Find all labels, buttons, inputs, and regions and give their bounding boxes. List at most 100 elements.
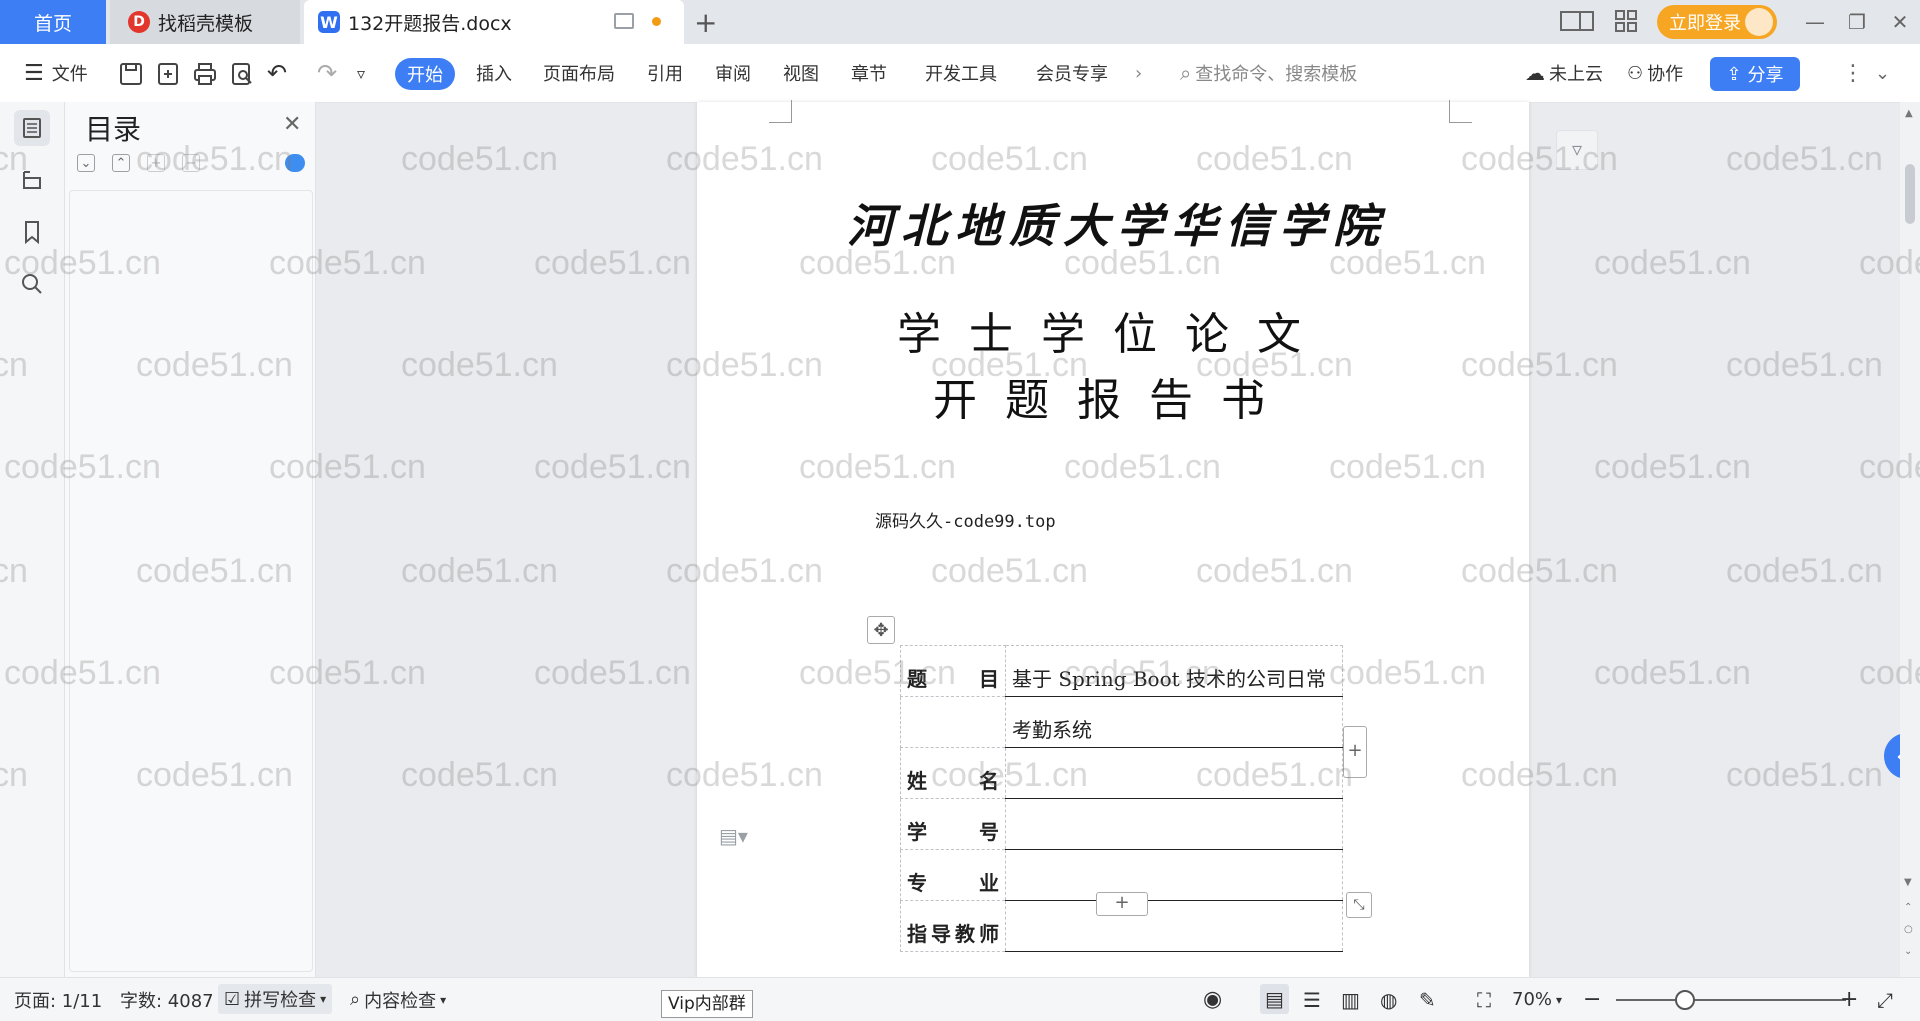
select-browse-icon[interactable]: ○ bbox=[1904, 924, 1913, 935]
eye-protect-icon[interactable]: ◉ bbox=[1203, 978, 1222, 1021]
share-icon: ⇪ bbox=[1726, 63, 1742, 85]
watermark-text: code51.cn bbox=[1726, 756, 1883, 794]
table-value[interactable] bbox=[1005, 798, 1343, 850]
cloud-status[interactable]: ☁ 未上云 bbox=[1525, 44, 1603, 102]
watermark-text: code51.cn bbox=[1726, 552, 1883, 590]
table-resize-handle[interactable]: ⤡ bbox=[1346, 892, 1372, 918]
screen-icon[interactable] bbox=[614, 13, 634, 29]
table-move-handle[interactable]: ✥ bbox=[867, 616, 895, 644]
table-value[interactable] bbox=[1005, 900, 1343, 952]
tab-view[interactable]: 视图 bbox=[783, 44, 819, 102]
add-column-button[interactable]: + bbox=[1343, 726, 1367, 778]
outline-view-icon[interactable]: ☰ bbox=[1303, 978, 1321, 1021]
document-info-icon[interactable]: ▤▾ bbox=[719, 824, 748, 848]
watermark-text: code51.cn bbox=[401, 756, 558, 794]
save-icon[interactable] bbox=[118, 61, 144, 87]
more-options-icon[interactable]: ⋮ bbox=[1842, 44, 1864, 102]
remove-heading-icon[interactable]: − bbox=[182, 154, 200, 172]
file-menu-label: 文件 bbox=[51, 64, 88, 85]
tab-home[interactable]: 首页 bbox=[0, 0, 106, 44]
tab-chapter-label: 章节 bbox=[851, 64, 887, 85]
apps-grid-icon[interactable] bbox=[1615, 10, 1637, 32]
table-value[interactable]: 考勤系统 bbox=[1005, 696, 1343, 748]
reading-view-icon[interactable]: ▥ bbox=[1341, 978, 1360, 1021]
zoom-slider[interactable] bbox=[1616, 999, 1846, 1001]
tab-start-label: 开始 bbox=[407, 65, 443, 86]
tab-layout-label: 页面布局 bbox=[543, 64, 615, 85]
document-page[interactable]: 河北地质大学华信学院 学士学位论文 开题报告书 源码久久-code99.top … bbox=[697, 100, 1529, 977]
pen-icon[interactable]: ✎ bbox=[1419, 978, 1436, 1021]
table-label: 专 业 bbox=[900, 849, 1006, 901]
scroll-thumb[interactable] bbox=[1905, 164, 1915, 224]
tab-layout[interactable]: 页面布局 bbox=[543, 44, 615, 102]
table-value[interactable] bbox=[1005, 747, 1343, 799]
filter-icon[interactable]: ▿ bbox=[1556, 130, 1598, 170]
zoom-in-icon[interactable]: + bbox=[1840, 978, 1858, 1021]
table-label: 指导教师 bbox=[900, 900, 1006, 952]
search-panel-icon[interactable] bbox=[14, 266, 50, 302]
collapse-all-icon[interactable]: ⌃ bbox=[112, 154, 130, 172]
vertical-scrollbar[interactable]: ▲ ▼ ⌃ ○ ⌄ bbox=[1900, 102, 1920, 977]
add-row-button[interactable]: + bbox=[1096, 892, 1148, 916]
navigation-icon[interactable] bbox=[14, 162, 50, 198]
print-icon[interactable] bbox=[192, 61, 218, 87]
tab-reference[interactable]: 引用 bbox=[647, 44, 683, 102]
add-heading-icon[interactable]: + bbox=[147, 154, 165, 172]
watermark-text: code51.cn bbox=[1594, 448, 1751, 486]
watermark-text: code51.cn bbox=[534, 244, 691, 282]
scroll-down-icon[interactable]: ▼ bbox=[1904, 877, 1912, 888]
close-icon[interactable]: ✕ bbox=[283, 112, 301, 137]
next-page-icon[interactable]: ⌄ bbox=[1904, 946, 1912, 957]
tab-insert[interactable]: 插入 bbox=[476, 44, 512, 102]
tab-member-label: 会员专享 bbox=[1036, 64, 1108, 85]
tab-start[interactable]: 开始 bbox=[395, 58, 455, 90]
zoom-slider-knob[interactable] bbox=[1675, 990, 1695, 1010]
more-tabs-icon[interactable]: › bbox=[1135, 44, 1142, 102]
redo-icon[interactable]: ↷ bbox=[317, 44, 337, 102]
prev-page-icon[interactable]: ⌃ bbox=[1904, 902, 1912, 913]
table-value[interactable] bbox=[1005, 849, 1343, 901]
bookmark-icon[interactable] bbox=[14, 214, 50, 250]
collab-button[interactable]: ⚇ 协作 bbox=[1627, 44, 1683, 102]
expand-all-icon[interactable]: ⌄ bbox=[77, 154, 95, 172]
collapse-ribbon-icon[interactable]: ⌄ bbox=[1875, 44, 1890, 102]
scroll-up-icon[interactable]: ▲ bbox=[1905, 108, 1913, 119]
export-pdf-icon[interactable] bbox=[155, 61, 181, 87]
tab-document[interactable]: W 132开题报告.docx bbox=[304, 0, 684, 44]
restore-icon[interactable]: ❐ bbox=[1845, 10, 1869, 34]
page-view-icon[interactable]: ▤ bbox=[1260, 984, 1289, 1014]
print-preview-icon[interactable] bbox=[229, 61, 255, 87]
tab-devtools[interactable]: 开发工具 bbox=[925, 44, 997, 102]
fit-page-icon[interactable]: ⛶ bbox=[1477, 978, 1491, 1021]
toc-panel-icon[interactable] bbox=[14, 110, 50, 146]
file-menu[interactable]: ☰ 文件 bbox=[24, 44, 88, 102]
zoom-level[interactable]: 70% ▾ bbox=[1512, 978, 1562, 1021]
new-tab-button[interactable]: + bbox=[694, 6, 717, 39]
minimize-icon[interactable]: — bbox=[1803, 10, 1827, 34]
zoom-out-icon[interactable]: − bbox=[1583, 978, 1601, 1021]
page-indicator[interactable]: 页面: 1/11 bbox=[14, 978, 102, 1021]
ai-assistant-icon[interactable] bbox=[285, 154, 305, 172]
login-button[interactable]: 立即登录 bbox=[1657, 5, 1777, 39]
close-window-icon[interactable]: ✕ bbox=[1888, 10, 1912, 34]
tab-insert-label: 插入 bbox=[476, 64, 512, 85]
table-row: 题 目 基于 Spring Boot 技术的公司日常 bbox=[900, 645, 1343, 697]
watermark-text: code51.cn bbox=[1594, 654, 1751, 692]
tab-template[interactable]: D 找稻壳模板 bbox=[110, 0, 300, 44]
web-view-icon[interactable]: ◍ bbox=[1380, 978, 1397, 1021]
table-value[interactable]: 基于 Spring Boot 技术的公司日常 bbox=[1005, 645, 1343, 697]
reading-layout-icon[interactable] bbox=[1560, 10, 1594, 32]
fullscreen-icon[interactable]: ⤢ bbox=[1877, 978, 1893, 1021]
undo-icon[interactable]: ↶ bbox=[267, 44, 287, 102]
content-check-button[interactable]: ⌕ 内容检查 ▾ bbox=[350, 978, 446, 1021]
tab-member[interactable]: 会员专享 bbox=[1036, 44, 1108, 102]
command-search[interactable]: ⌕ 查找命令、搜索模板 bbox=[1180, 44, 1357, 102]
more-quick-icon[interactable]: ▿ bbox=[357, 44, 365, 102]
share-button[interactable]: ⇪ 分享 bbox=[1710, 57, 1800, 91]
spell-check-button[interactable]: ☑ 拼写检查 ▾ bbox=[218, 984, 333, 1014]
watermark-text: code51.cn bbox=[401, 552, 558, 590]
tab-chapter[interactable]: 章节 bbox=[851, 44, 887, 102]
word-count[interactable]: 字数: 4087 bbox=[120, 978, 214, 1021]
table-label: 学 号 bbox=[900, 798, 1006, 850]
tab-review[interactable]: 审阅 bbox=[715, 44, 751, 102]
